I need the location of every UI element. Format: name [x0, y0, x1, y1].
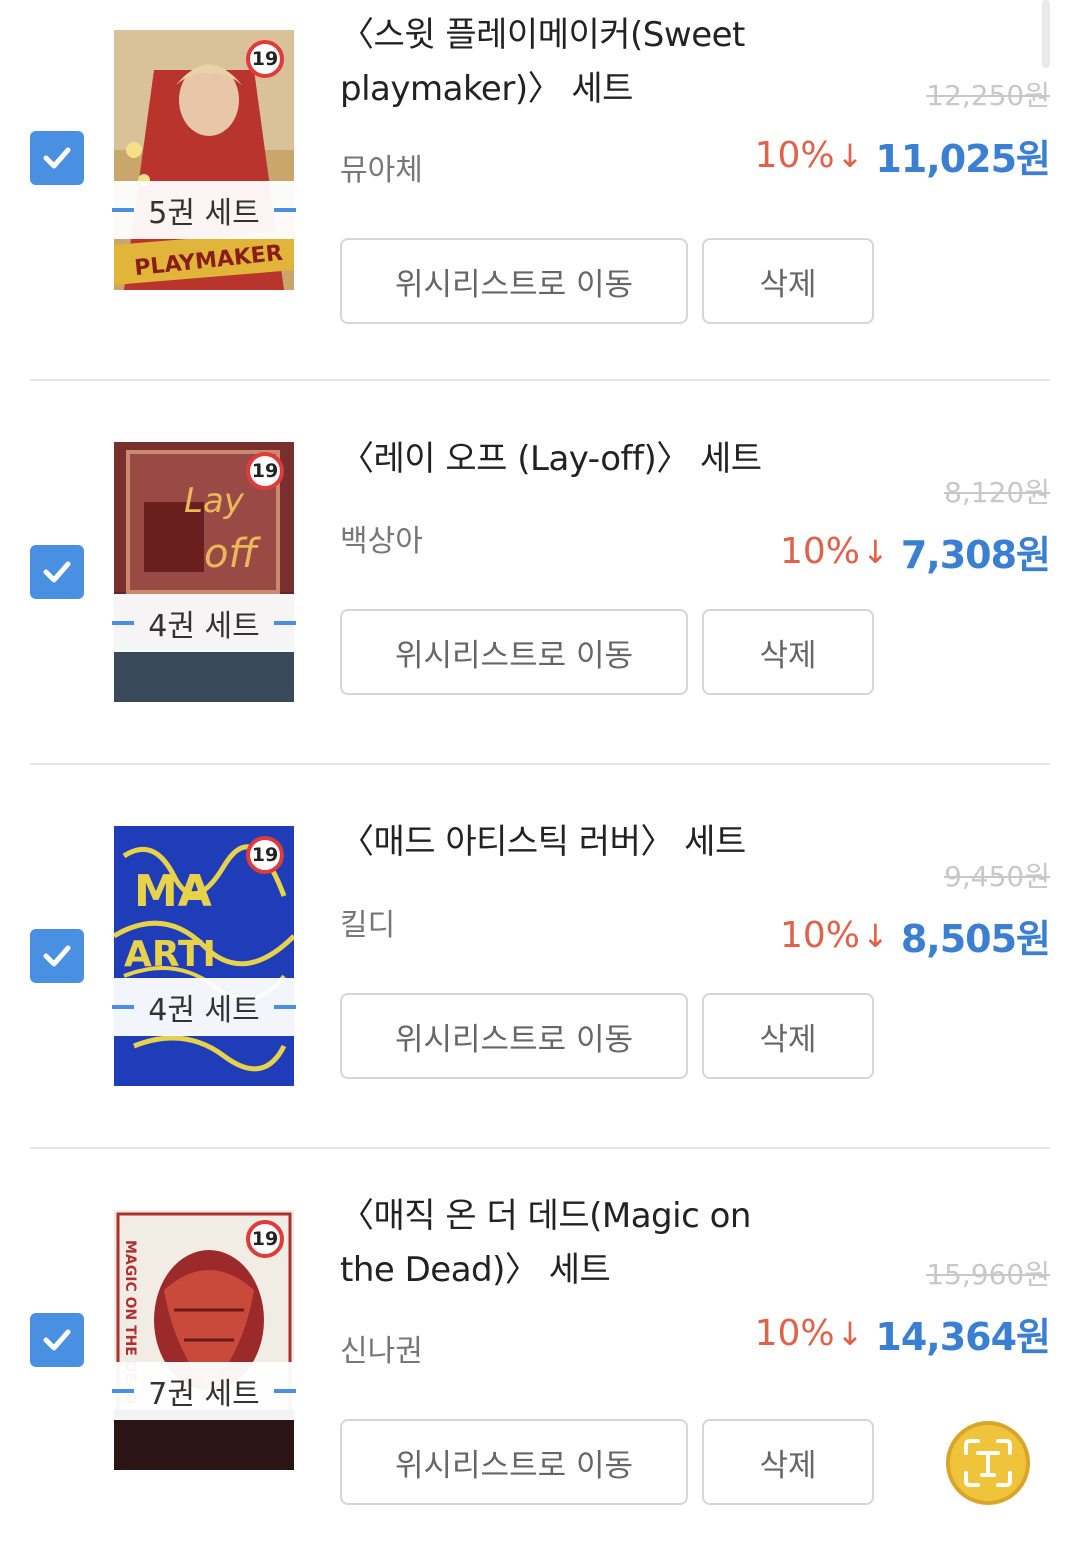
book-title[interactable]: 〈매직 온 더 데드(Magic on the Dead)〉 세트 [340, 1189, 770, 1297]
book-author: 킬디 [340, 908, 396, 943]
age-rating-badge: 19 [246, 452, 284, 490]
book-title[interactable]: 〈매드 아티스틱 러버〉 세트 [340, 815, 770, 869]
delete-button[interactable]: 삭제 [702, 609, 874, 695]
checkmark-icon [43, 945, 71, 967]
original-price: 15,960원 [926, 1258, 1050, 1291]
set-count-label: 7권 세트 [112, 1362, 296, 1420]
book-title[interactable]: 〈레이 오프 (Lay-off)〉 세트 [340, 432, 770, 486]
down-arrow-icon: ↓ [836, 1314, 864, 1353]
set-count-label: 4권 세트 [112, 594, 296, 652]
svg-text:ARTI: ARTI [124, 934, 216, 975]
checkmark-icon [43, 561, 71, 583]
item-checkbox[interactable] [30, 545, 84, 599]
discount-rate: 10% ↓ [755, 1313, 864, 1354]
down-arrow-icon: ↓ [862, 532, 889, 571]
sale-price: 14,364원 [875, 1315, 1051, 1359]
age-rating-badge: 19 [246, 1220, 284, 1258]
discount-rate: 10% ↓ [780, 915, 889, 956]
discount-text: 10% [780, 531, 861, 572]
divider [30, 1147, 1050, 1149]
set-count-text: 7권 세트 [148, 1377, 260, 1412]
move-to-wishlist-button[interactable]: 위시리스트로 이동 [340, 609, 688, 695]
book-cover[interactable]: MAGIC ON THE DEAD 19 [114, 1210, 294, 1470]
set-count-label: 4권 세트 [112, 978, 296, 1036]
move-to-wishlist-button[interactable]: 위시리스트로 이동 [340, 1419, 688, 1505]
book-cover[interactable]: MA ARTI 19 [114, 826, 294, 1086]
book-author: 신나권 [340, 1334, 423, 1369]
delete-button[interactable]: 삭제 [702, 993, 874, 1079]
move-to-wishlist-button[interactable]: 위시리스트로 이동 [340, 993, 688, 1079]
text-scan-icon [964, 1439, 1012, 1487]
discount-rate: 10% ↓ [780, 531, 889, 572]
price-row: 10% ↓ 14,364원 [755, 1306, 1051, 1361]
sale-price: 8,505원 [900, 917, 1051, 961]
original-price: 8,120원 [944, 476, 1050, 509]
discount-text: 10% [754, 1313, 835, 1354]
svg-text:MA: MA [134, 866, 212, 917]
svg-text:Lay: Lay [184, 481, 245, 521]
original-price: 9,450원 [944, 860, 1050, 893]
price-row: 10% ↓ 7,308원 [780, 524, 1051, 579]
delete-button[interactable]: 삭제 [702, 1419, 874, 1505]
book-author: 백상아 [340, 524, 423, 559]
price-row: 10% ↓ 8,505원 [780, 908, 1051, 963]
divider [30, 379, 1050, 381]
set-count-text: 4권 세트 [148, 993, 260, 1028]
item-checkbox[interactable] [30, 1313, 84, 1367]
text-scan-button[interactable] [946, 1421, 1030, 1505]
discount-text: 10% [780, 915, 861, 956]
divider [30, 763, 1050, 765]
set-count-text: 4권 세트 [148, 609, 260, 644]
age-rating-badge: 19 [246, 836, 284, 874]
sale-price: 7,308원 [900, 533, 1051, 577]
svg-text:off: off [204, 531, 261, 577]
item-checkbox[interactable] [30, 929, 84, 983]
checkmark-icon [43, 1329, 71, 1351]
book-cover[interactable]: Lay off 19 [114, 442, 294, 702]
cart-item: MAGIC ON THE DEAD 19 7권 세트 〈매직 온 더 데드(Ma… [0, 0, 1080, 1505]
down-arrow-icon: ↓ [862, 916, 889, 955]
